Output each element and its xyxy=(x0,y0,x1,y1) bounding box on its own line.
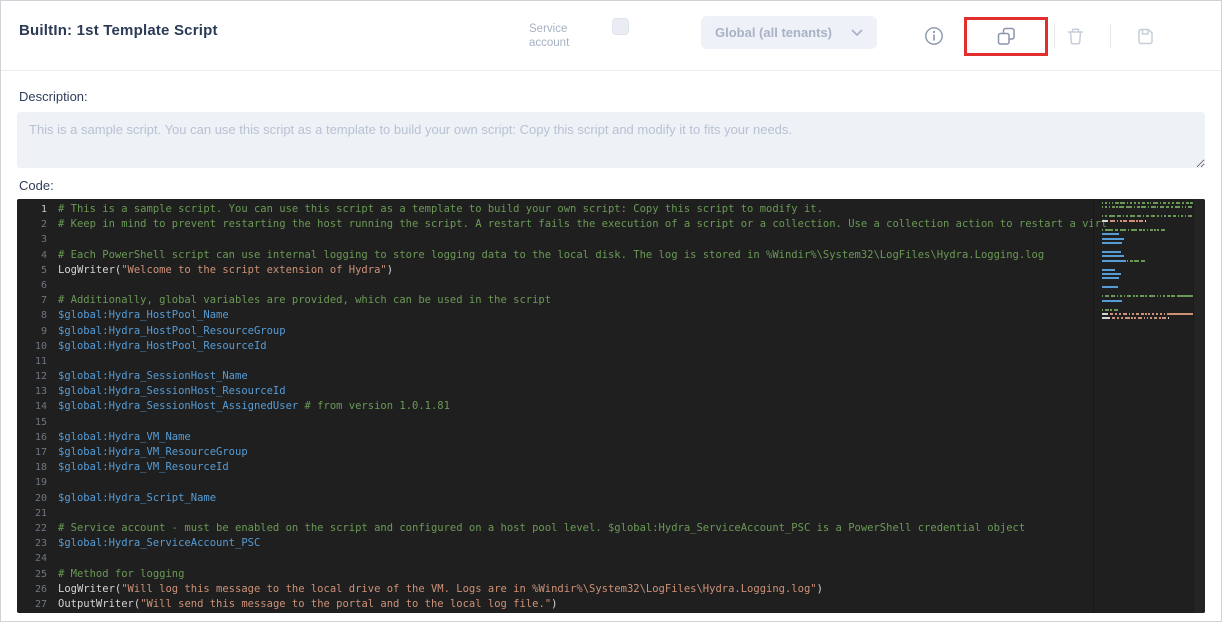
code-line: 17$global:Hydra_VM_ResourceGroup xyxy=(17,445,1205,460)
page-title: BuiltIn: 1st Template Script xyxy=(19,22,218,39)
code-line: 8$global:Hydra_HostPool_Name xyxy=(17,308,1205,323)
description-section: Description: This is a sample script. Yo… xyxy=(17,89,1205,168)
line-number: 4 xyxy=(17,248,47,263)
line-number: 3 xyxy=(17,232,47,247)
line-number: 21 xyxy=(17,506,47,521)
divider xyxy=(1110,24,1111,48)
service-account-label: Service account xyxy=(529,22,583,50)
tenant-dropdown[interactable]: Global (all tenants) xyxy=(701,16,877,49)
code-line: 20$global:Hydra_Script_Name xyxy=(17,491,1205,506)
code-line: 7# Additionally, global variables are pr… xyxy=(17,293,1205,308)
minimap[interactable] xyxy=(1093,199,1193,613)
info-icon xyxy=(924,26,944,46)
code-line: 15 xyxy=(17,415,1205,430)
line-number: 11 xyxy=(17,354,47,369)
line-number: 8 xyxy=(17,308,47,323)
delete-button[interactable] xyxy=(1057,18,1093,54)
line-number: 16 xyxy=(17,430,47,445)
description-input[interactable]: This is a sample script. You can use thi… xyxy=(17,112,1205,168)
divider xyxy=(1054,24,1055,48)
code-line: 16$global:Hydra_VM_Name xyxy=(17,430,1205,445)
save-button[interactable] xyxy=(1127,18,1163,54)
line-number: 24 xyxy=(17,551,47,566)
line-number: 25 xyxy=(17,567,47,582)
code-line: 6 xyxy=(17,278,1205,293)
info-button[interactable] xyxy=(916,18,952,54)
code-line: 18$global:Hydra_VM_ResourceId xyxy=(17,460,1205,475)
minimap-content xyxy=(1094,199,1193,322)
code-line: 2# Keep in mind to prevent restarting th… xyxy=(17,217,1205,232)
line-number: 17 xyxy=(17,445,47,460)
code-line: 14$global:Hydra_SessionHost_AssignedUser… xyxy=(17,399,1205,414)
code-line: 19 xyxy=(17,475,1205,490)
code-line: 4# Each PowerShell script can use intern… xyxy=(17,248,1205,263)
code-editor[interactable]: 1# This is a sample script. You can use … xyxy=(17,199,1205,613)
line-number: 15 xyxy=(17,415,47,430)
code-line: 21 xyxy=(17,506,1205,521)
line-number: 26 xyxy=(17,582,47,597)
code-line: 11 xyxy=(17,354,1205,369)
code-line: 12$global:Hydra_SessionHost_Name xyxy=(17,369,1205,384)
copy-button[interactable] xyxy=(988,18,1024,54)
line-number: 14 xyxy=(17,399,47,414)
code-label: Code: xyxy=(17,178,1205,193)
code-line: 9$global:Hydra_HostPool_ResourceGroup xyxy=(17,324,1205,339)
line-number: 7 xyxy=(17,293,47,308)
line-number: 2 xyxy=(17,217,47,232)
code-line: 26LogWriter("Will log this message to th… xyxy=(17,582,1205,597)
line-number: 1 xyxy=(17,202,47,217)
code-section: Code: 1# This is a sample script. You ca… xyxy=(17,178,1205,613)
save-icon xyxy=(1136,27,1155,46)
chevron-down-icon xyxy=(851,24,863,42)
description-label: Description: xyxy=(17,89,1205,104)
service-account-checkbox[interactable] xyxy=(612,18,629,35)
code-line: 5LogWriter("Welcome to the script extens… xyxy=(17,263,1205,278)
line-number: 10 xyxy=(17,339,47,354)
copy-icon xyxy=(997,27,1016,46)
code-line: 10$global:Hydra_HostPool_ResourceId xyxy=(17,339,1205,354)
editor-scrollbar[interactable] xyxy=(1193,199,1205,613)
line-number: 19 xyxy=(17,475,47,490)
code-line: 24 xyxy=(17,551,1205,566)
tenant-dropdown-value: Global (all tenants) xyxy=(715,25,832,40)
line-number: 20 xyxy=(17,491,47,506)
code-lines: 1# This is a sample script. You can use … xyxy=(17,202,1205,612)
line-number: 27 xyxy=(17,597,47,612)
trash-icon xyxy=(1066,27,1085,46)
line-number: 23 xyxy=(17,536,47,551)
line-number: 12 xyxy=(17,369,47,384)
code-line: 13$global:Hydra_SessionHost_ResourceId xyxy=(17,384,1205,399)
code-line: 3 xyxy=(17,232,1205,247)
header-bar: BuiltIn: 1st Template Script Service acc… xyxy=(1,1,1221,71)
line-number: 9 xyxy=(17,324,47,339)
line-number: 18 xyxy=(17,460,47,475)
code-line: 22# Service account - must be enabled on… xyxy=(17,521,1205,536)
line-number: 22 xyxy=(17,521,47,536)
code-line: 1# This is a sample script. You can use … xyxy=(17,202,1205,217)
line-number: 5 xyxy=(17,263,47,278)
line-number: 6 xyxy=(17,278,47,293)
line-number: 13 xyxy=(17,384,47,399)
code-line: 23$global:Hydra_ServiceAccount_PSC xyxy=(17,536,1205,551)
code-line: 27OutputWriter("Will send this message t… xyxy=(17,597,1205,612)
code-line: 25# Method for logging xyxy=(17,567,1205,582)
script-editor-page: BuiltIn: 1st Template Script Service acc… xyxy=(0,0,1222,622)
